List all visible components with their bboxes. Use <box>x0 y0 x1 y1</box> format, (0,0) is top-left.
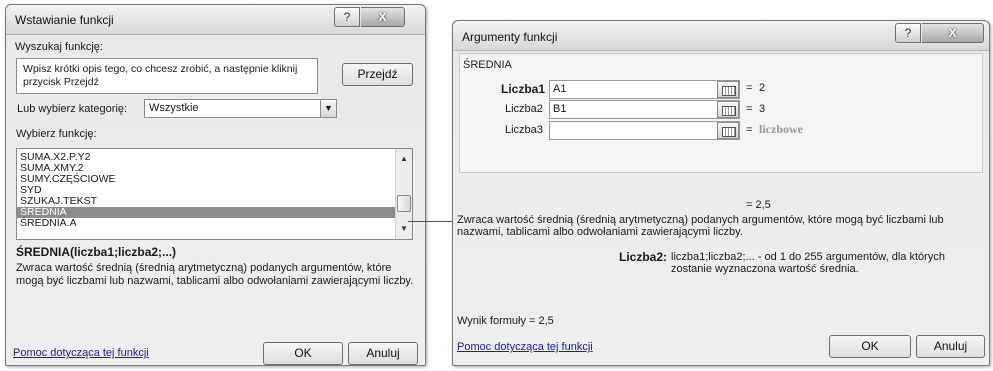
list-item[interactable]: ŚREDNIA.A <box>17 218 395 229</box>
insert-function-dialog: Wstawianie funkcji ? X Wyszukaj funkcję:… <box>5 4 426 366</box>
scroll-down-icon[interactable]: ▼ <box>396 221 412 237</box>
chevron-down-icon[interactable]: ▼ <box>320 100 336 117</box>
arg1-input[interactable]: A1 <box>549 80 740 99</box>
search-label: Wyszukaj funkcję: <box>15 41 103 53</box>
collapse-dialog-icon[interactable] <box>717 81 739 98</box>
arg1-equals: = <box>746 82 753 94</box>
category-label: Lub wybierz kategorię: <box>17 103 128 115</box>
ok-button[interactable]: OK <box>829 335 911 358</box>
go-button[interactable]: Przejdź <box>342 63 413 86</box>
function-description: Zwraca wartość średnią (średnią arytmety… <box>457 214 944 238</box>
arg-help-text: liczba1;liczba2;... - od 1 do 255 argume… <box>671 251 945 275</box>
list-item[interactable]: SZUKAJ.TEKST <box>17 196 395 207</box>
select-function-label: Wybierz funkcję: <box>16 128 97 140</box>
dialog-title: Argumenty funkcji <box>462 30 558 44</box>
function-name: ŚREDNIA <box>463 59 512 71</box>
function-list-items: SUMA.X2.P.Y2 SUMA.XMY.2 SUMY.CZĘŚCIOWE SYD S… <box>17 152 395 229</box>
function-list[interactable]: SUMA.X2.P.Y2 SUMA.XMY.2 SUMY.CZĘŚCIOWE SYD S… <box>16 148 413 240</box>
connector-line <box>408 221 454 222</box>
arg2-label: Liczba2 <box>505 103 543 115</box>
arg-help-label: Liczba2: <box>619 250 668 264</box>
ok-button[interactable]: OK <box>263 342 343 365</box>
collapse-dialog-icon[interactable] <box>717 101 739 118</box>
cancel-button[interactable]: Anuluj <box>348 342 418 365</box>
function-description: Zwraca wartość średnią (średnią arytmety… <box>16 262 414 287</box>
total-result: = 2,5 <box>746 199 771 211</box>
formula-result: Wynik formuły = 2,5 <box>457 315 554 327</box>
scrollbar-thumb[interactable] <box>397 195 411 212</box>
titlebar: Wstawianie funkcji ? X <box>6 5 425 35</box>
help-link[interactable]: Pomoc dotycząca tej funkcji <box>457 341 593 353</box>
arg3-result: liczbowe <box>759 122 803 136</box>
scroll-up-icon[interactable]: ▲ <box>396 151 412 167</box>
collapse-dialog-icon[interactable] <box>717 122 739 139</box>
titlebar: Argumenty funkcji ? X <box>453 21 989 51</box>
arg3-label: Liczba3 <box>505 124 543 136</box>
cancel-button[interactable]: Anuluj <box>916 335 985 358</box>
arg2-input[interactable]: B1 <box>549 100 740 119</box>
category-value: Wszystkie <box>149 102 199 114</box>
function-signature: ŚREDNIA(liczba1;liczba2;...) <box>16 245 177 259</box>
arg2-equals: = <box>746 103 753 115</box>
dialog-title: Wstawianie funkcji <box>15 13 114 27</box>
arg3-equals: = <box>746 124 753 136</box>
search-input[interactable]: Wpisz krótki opis tego, co chcesz zrobić… <box>16 58 318 94</box>
help-button[interactable]: ? <box>334 7 360 27</box>
arg1-result: 2 <box>759 82 766 94</box>
scrollbar[interactable]: ▲ ▼ <box>395 149 412 239</box>
function-arguments-dialog: Argumenty funkcji ? X ŚREDNIA Liczba1 A1… <box>452 20 990 366</box>
close-button[interactable]: X <box>922 23 984 43</box>
list-item[interactable]: SUMY.CZĘŚCIOWE <box>17 174 395 185</box>
arg1-label: Liczba1 <box>501 82 546 96</box>
arg2-result: 3 <box>759 103 766 115</box>
close-button[interactable]: X <box>361 7 405 27</box>
category-select[interactable]: Wszystkie ▼ <box>144 99 337 118</box>
arg3-input[interactable] <box>549 121 740 140</box>
help-link[interactable]: Pomoc dotycząca tej funkcji <box>13 347 149 359</box>
help-button[interactable]: ? <box>895 23 921 43</box>
